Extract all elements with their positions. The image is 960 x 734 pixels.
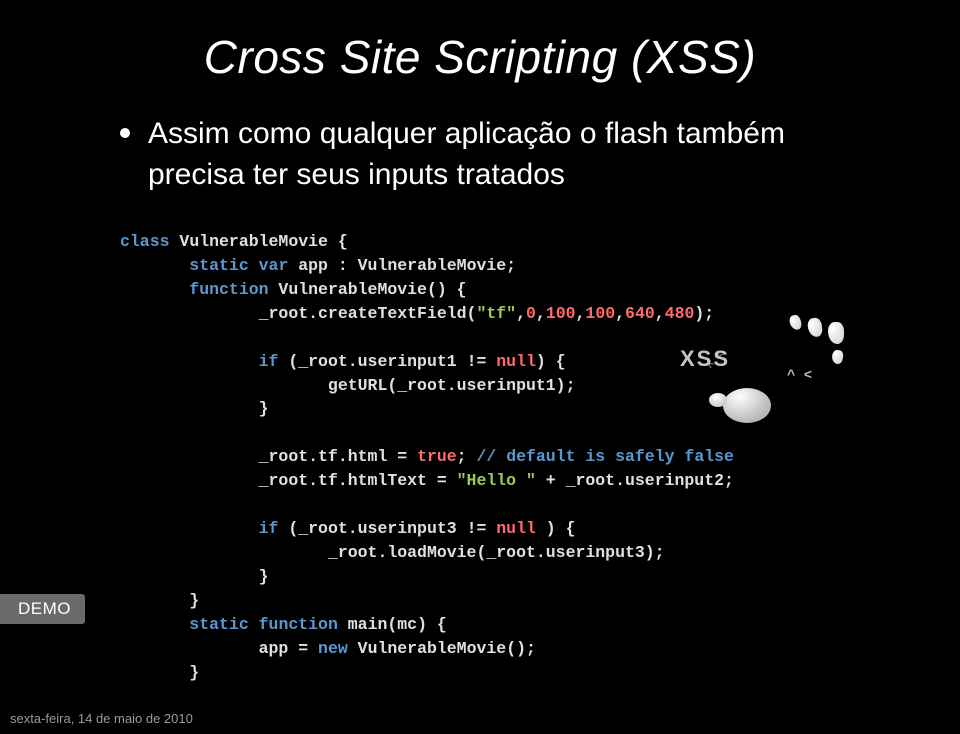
code-null: null: [496, 352, 536, 371]
code-kw: function: [249, 615, 338, 634]
crying-head-graphic: ^ < ^ <: [715, 310, 875, 440]
code-txt: }: [120, 589, 885, 613]
code-kw: function: [120, 280, 269, 299]
code-txt: VulnerableMovie {: [170, 232, 348, 251]
code-txt: ,: [516, 304, 526, 323]
code-bool: true: [417, 447, 457, 466]
code-num: 0: [526, 304, 536, 323]
demo-badge: DEMO: [0, 594, 85, 624]
code-txt: VulnerableMovie();: [348, 639, 536, 658]
code-str: "tf": [476, 304, 516, 323]
code-txt: (_root.userinput3 !=: [278, 519, 496, 538]
code-str: "Hello ": [457, 471, 536, 490]
code-txt: ,: [655, 304, 665, 323]
code-txt: }: [120, 565, 885, 589]
code-txt: ;: [457, 447, 477, 466]
code-txt: VulnerableMovie() {: [269, 280, 467, 299]
code-txt: (_root.userinput1 !=: [278, 352, 496, 371]
bullet-item: Assim como qualquer aplicação o flash ta…: [0, 114, 960, 195]
head-icon: [723, 388, 771, 423]
footer-date: sexta-feira, 14 de maio de 2010: [10, 711, 193, 726]
code-num: 100: [585, 304, 615, 323]
code-kw: if: [120, 352, 278, 371]
code-txt: ) {: [536, 352, 566, 371]
code-txt: ,: [536, 304, 546, 323]
code-txt: _root.tf.htmlText =: [120, 471, 457, 490]
code-kw: class: [120, 232, 170, 251]
code-txt: _root.tf.html =: [120, 447, 417, 466]
code-null: null: [496, 519, 536, 538]
code-num: 100: [546, 304, 576, 323]
code-num: 480: [665, 304, 695, 323]
code-txt: _root.createTextField(: [120, 304, 476, 323]
code-kw: var: [249, 256, 289, 275]
code-txt: main(mc) {: [338, 615, 447, 634]
code-txt: + _root.userinput2;: [536, 471, 734, 490]
bullet-dot-icon: [120, 128, 130, 138]
code-txt: app : VulnerableMovie;: [288, 256, 516, 275]
code-kw: if: [120, 519, 278, 538]
code-comment: // default is safely false: [476, 447, 733, 466]
code-txt: ,: [615, 304, 625, 323]
code-block: class VulnerableMovie { static var app :…: [100, 220, 905, 695]
code-txt: ,: [576, 304, 586, 323]
code-txt: ) {: [536, 519, 576, 538]
face-emoticon: ^ <: [787, 368, 812, 384]
code-txt: app =: [120, 639, 318, 658]
bullet-text: Assim como qualquer aplicação o flash ta…: [148, 114, 860, 195]
slide: Cross Site Scripting (XSS) Assim como qu…: [0, 0, 960, 734]
code-blank: [120, 493, 885, 517]
code-kw: new: [318, 639, 348, 658]
code-num: 640: [625, 304, 655, 323]
code-kw: static: [120, 256, 249, 275]
code-txt: _root.loadMovie(_root.userinput3);: [120, 541, 885, 565]
code-kw: static: [120, 615, 249, 634]
code-txt: }: [120, 661, 885, 685]
slide-title: Cross Site Scripting (XSS): [0, 30, 960, 84]
code-txt: );: [694, 304, 714, 323]
